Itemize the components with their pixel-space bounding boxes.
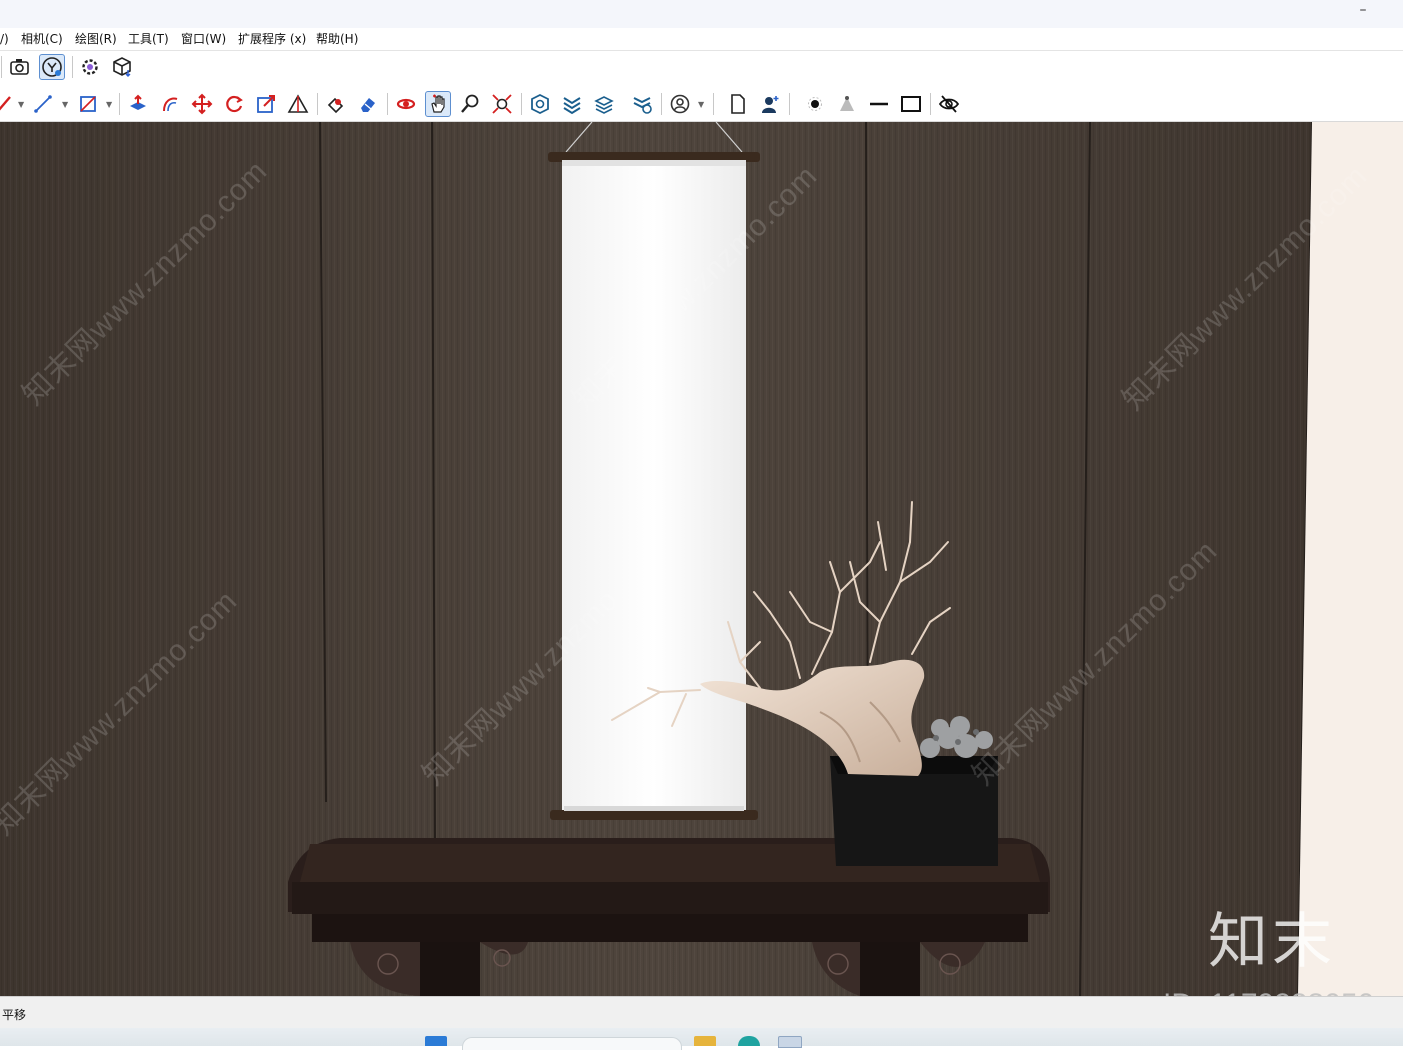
- paint-bucket-icon[interactable]: [323, 91, 349, 117]
- status-bar: 平移: [0, 996, 1403, 1029]
- side-wall: [1298, 122, 1403, 996]
- status-text: 平移: [2, 1008, 27, 1022]
- sandbox-icon[interactable]: [527, 91, 553, 117]
- camera-toolbar: [0, 51, 1403, 84]
- browser-icon[interactable]: [738, 1036, 760, 1046]
- minimize-button[interactable]: –: [1353, 3, 1373, 21]
- toolbar-separator: [387, 93, 388, 115]
- pan-icon[interactable]: [425, 91, 451, 117]
- scale-icon[interactable]: [253, 91, 279, 117]
- toolbar-separator: [713, 93, 714, 115]
- stack-icon[interactable]: [591, 91, 617, 117]
- folder-icon[interactable]: [694, 1036, 716, 1046]
- brand-id-text: ID: 1179238050: [1163, 988, 1374, 996]
- model-viewport[interactable]: 知末网www.znzmo.com 知末网www.znzmo.com 知末网www…: [0, 122, 1403, 996]
- orbit-icon[interactable]: [393, 91, 419, 117]
- menu-item-window[interactable]: 窗口(W): [181, 31, 226, 47]
- eraser-icon[interactable]: [355, 91, 381, 117]
- chevron-down-icon[interactable]: ▼: [62, 100, 68, 109]
- follow-me-icon[interactable]: [157, 91, 183, 117]
- os-taskbar: [0, 1028, 1403, 1050]
- toolbar-separator: [661, 93, 662, 115]
- shadow-icon[interactable]: [834, 91, 860, 117]
- line-style-icon[interactable]: [866, 91, 892, 117]
- toolbar-separator: [930, 93, 931, 115]
- menu-item-camera[interactable]: 相机(C): [21, 31, 63, 47]
- toolbar-separator: [521, 93, 522, 115]
- menu-item-tools[interactable]: 工具(T): [128, 31, 169, 47]
- push-pull-icon[interactable]: [125, 91, 151, 117]
- section-plane-icon[interactable]: [285, 91, 311, 117]
- move-icon[interactable]: [189, 91, 215, 117]
- hide-icon[interactable]: [936, 91, 962, 117]
- point-icon[interactable]: [802, 91, 828, 117]
- menu-item-draw[interactable]: 绘图(R): [75, 31, 117, 47]
- zoom-icon[interactable]: [457, 91, 483, 117]
- page-icon[interactable]: [725, 91, 751, 117]
- shape-icon[interactable]: [75, 91, 101, 117]
- menu-bar: /) 相机(C) 绘图(R) 工具(T) 窗口(W) 扩展程序 (x) 帮助(H…: [0, 28, 1403, 51]
- chevron-down-icon[interactable]: ▼: [698, 100, 704, 109]
- layers-icon[interactable]: [559, 91, 585, 117]
- main-toolbar: ▼ ▼ ▼ ▼: [0, 86, 1403, 122]
- zoom-extents-icon[interactable]: [489, 91, 515, 117]
- add-user-icon[interactable]: [757, 91, 783, 117]
- toolbar-separator: [72, 56, 73, 78]
- toolbar-separator: [1, 56, 2, 78]
- toolbar-separator: [789, 93, 790, 115]
- taskbar-search[interactable]: [462, 1037, 682, 1050]
- chevron-down-icon[interactable]: ▼: [18, 100, 24, 109]
- pencil-icon[interactable]: [0, 91, 18, 117]
- chevron-down-icon[interactable]: ▼: [106, 100, 112, 109]
- component-export-icon[interactable]: [109, 54, 135, 80]
- rotate-icon[interactable]: [221, 91, 247, 117]
- start-icon[interactable]: [425, 1036, 447, 1046]
- arc-icon[interactable]: [30, 91, 56, 117]
- menu-item-help[interactable]: 帮助(H): [316, 31, 358, 47]
- brand-logo: 知末: [1208, 907, 1336, 977]
- settings-gear-icon[interactable]: [77, 54, 103, 80]
- app-icon[interactable]: [778, 1036, 802, 1048]
- title-bar: –: [0, 0, 1403, 28]
- outliner-icon[interactable]: [629, 91, 655, 117]
- user-icon[interactable]: [667, 91, 693, 117]
- menu-item-extensions[interactable]: 扩展程序 (x): [238, 31, 306, 47]
- menu-item-view[interactable]: /): [0, 31, 9, 47]
- toolbar-separator: [317, 93, 318, 115]
- toolbar-separator: [119, 93, 120, 115]
- look-around-icon[interactable]: [39, 54, 65, 80]
- rectangle-icon[interactable]: [898, 91, 924, 117]
- camera-position-icon[interactable]: [7, 54, 33, 80]
